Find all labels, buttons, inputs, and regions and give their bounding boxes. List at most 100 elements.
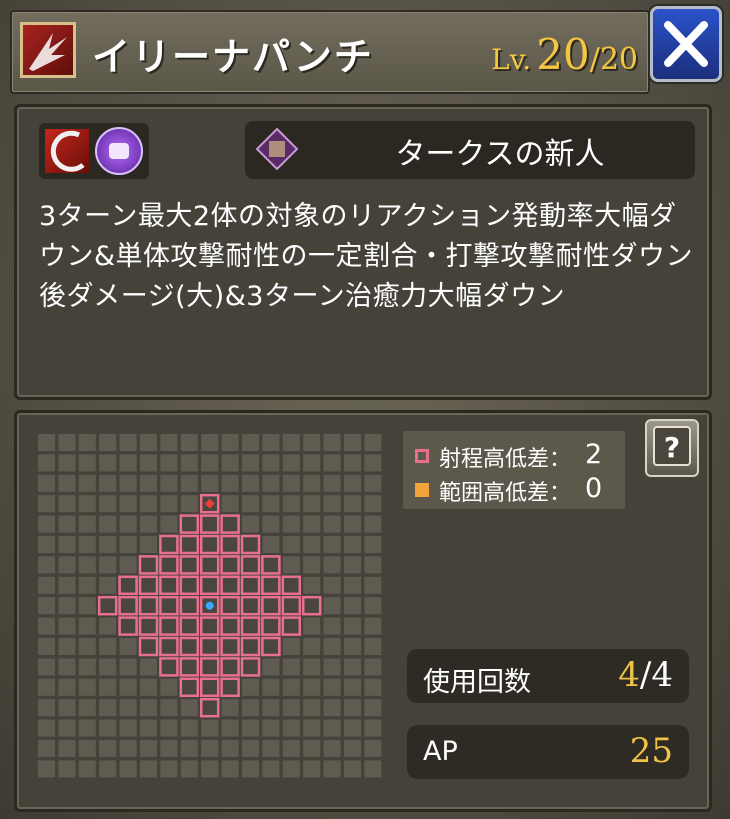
grid-cell [119,719,137,737]
grid-cell [58,536,76,553]
grid-cell [344,740,361,757]
grid-cell [38,454,55,472]
grid-cell [262,434,280,451]
grid-cell [303,536,321,553]
grid-cell [119,556,137,574]
grid-cell [58,454,76,472]
grid-cell [282,515,300,533]
range-cell [240,636,261,657]
grid-cell [303,638,321,655]
range-cell [220,595,240,616]
grid-cell [242,434,259,451]
grid-cell [140,495,157,513]
fist-burst-icon [20,22,76,78]
range-height-row: 射程高低差： 2 [413,439,623,473]
grid-cell [160,699,178,717]
grid-cell [58,678,76,696]
grid-cell [38,474,55,492]
grid-cell [201,719,219,737]
grid-cell [78,515,96,533]
grid-cell [262,536,280,553]
grid-cell [364,760,382,778]
grid-cell [344,495,361,513]
grid-cell [160,515,178,533]
grid-cell [364,434,382,451]
grid-cell [58,699,76,717]
grid-cell [344,760,361,778]
grid-cell [262,740,280,757]
grid-cell [201,740,219,757]
grid-cell [364,678,382,696]
grid-cell [140,454,157,472]
grid-cell [364,719,382,737]
grid-cell [140,740,157,757]
grid-cell [119,740,137,757]
range-cell [138,616,159,636]
grid-cell [201,434,219,451]
close-button[interactable] [650,6,722,82]
uses-max: 4 [651,655,673,695]
grid-cell [303,760,321,778]
help-button[interactable]: ? [645,419,699,477]
grid-cell [99,556,117,574]
grid-cell [262,699,280,717]
grid-cell [364,576,382,594]
grid-cell [180,740,198,757]
grid-cell [282,678,300,696]
grid-cell [262,454,280,472]
grid-cell [119,678,137,696]
grid-cell [38,658,55,676]
grid-cell [303,515,321,533]
grid-cell [323,434,341,451]
ap-label: AP [423,736,458,767]
range-cell [261,595,281,616]
range-cell [199,534,220,555]
range-cell [159,595,179,616]
ap-box: AP 25 [407,725,689,779]
range-cell [240,657,261,677]
help-book-icon: ? [653,426,691,466]
grid-cell [38,760,55,778]
grid-cell [38,597,55,615]
grid-cell [58,515,76,533]
grid-cell [282,699,300,717]
grid-cell [99,434,117,451]
grid-cell [119,658,137,676]
title-label: タークスの新人 [395,137,605,172]
skill-info-panel: タークスの新人 3ターン最大2体の対象のリアクション発動率大幅ダウン&単体攻撃耐… [14,104,712,400]
grid-cell [201,760,219,778]
ap-value: 25 [629,731,673,771]
grid-cell [140,536,157,553]
grid-cell [242,760,259,778]
grid-cell [221,474,239,492]
range-cell [138,636,159,657]
grid-cell [58,760,76,778]
range-cell [179,595,200,616]
area-swatch [415,483,429,497]
grid-cell [99,495,117,513]
grid-cell [160,454,178,472]
range-cell [261,636,281,657]
grid-cell [180,495,198,513]
grid-cell [78,576,96,594]
grid-cell [323,638,341,655]
grid-cell [303,678,321,696]
strike-fist-icon [95,127,143,175]
grid-cell [344,556,361,574]
range-cell [220,657,240,677]
grid-cell [99,699,117,717]
grid-cell [282,536,300,553]
grid-cell [78,740,96,757]
range-cell [97,595,118,616]
grid-cell [78,495,96,513]
uses-current: 4 [618,655,640,695]
grid-cell [323,760,341,778]
grid-cell [303,576,321,594]
uses-label: 使用回数 [423,667,531,698]
grid-cell [119,760,137,778]
grid-cell [344,678,361,696]
skill-name: イリーナパンチ [92,35,374,79]
grid-cell [160,678,178,696]
range-cell [240,575,261,596]
grid-cell [38,495,55,513]
